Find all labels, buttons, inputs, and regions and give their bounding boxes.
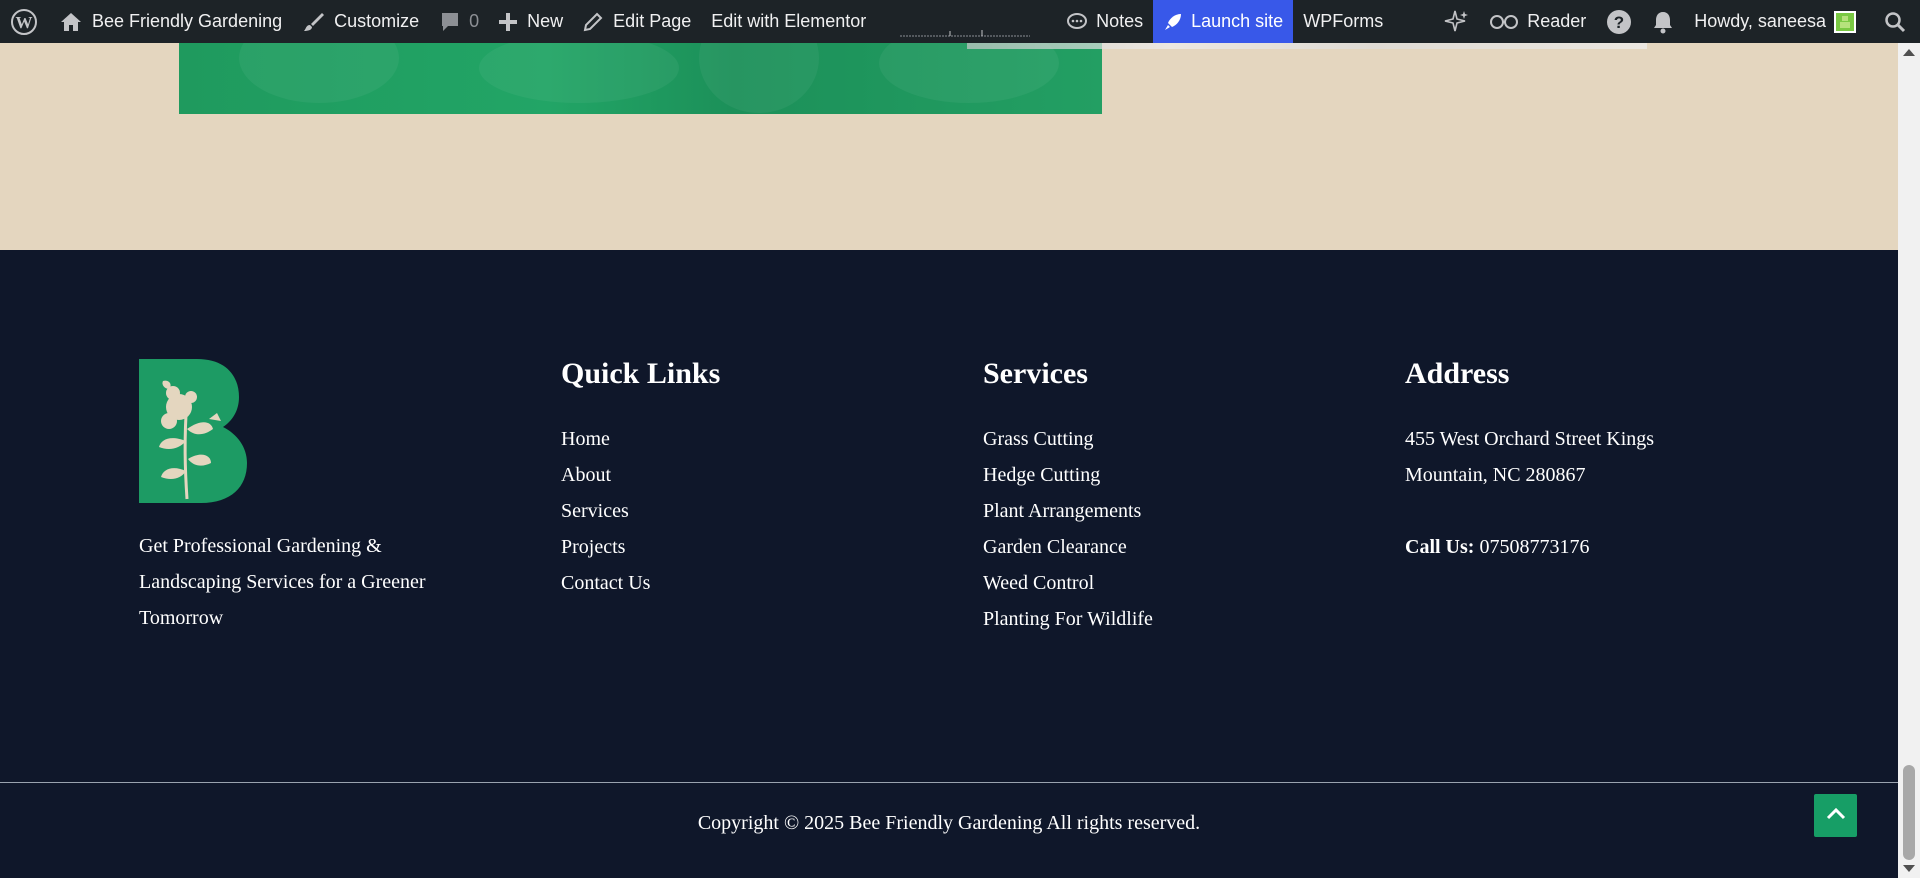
address-text: 455 West Orchard Street Kings Mountain, … <box>1405 428 1655 486</box>
customize-label: Customize <box>334 11 420 31</box>
scroll-down-arrow-icon[interactable] <box>1903 865 1915 872</box>
reader-label: Reader <box>1527 11 1587 31</box>
launch-site-button[interactable]: Launch site <box>1153 0 1294 43</box>
sparkle-icon <box>1443 9 1469 35</box>
home-icon <box>60 12 82 32</box>
ai-sparkle-link[interactable] <box>1433 0 1479 43</box>
page-scrollbar[interactable] <box>1898 43 1920 878</box>
quick-links-column: Quick Links Home About Services Projects… <box>561 250 720 601</box>
edit-with-elementor-link[interactable]: Edit with Elementor <box>701 0 876 43</box>
glasses-icon <box>1489 14 1519 30</box>
call-us-label: Call Us: <box>1405 536 1475 558</box>
notes-link[interactable]: Notes <box>1056 0 1153 43</box>
brush-icon <box>302 11 325 33</box>
wordpress-logo-icon[interactable]: W <box>0 0 50 43</box>
rocket-icon <box>1163 12 1183 32</box>
wp-admin-bar: W Bee Friendly Gardening Customize 0 New… <box>0 0 1920 43</box>
copyright-text: Copyright © 2025 Bee Friendly Gardening … <box>697 812 1201 834</box>
map-embed-edge <box>967 43 1647 49</box>
search-icon <box>1884 11 1906 33</box>
phone-number[interactable]: 07508773176 <box>1479 536 1589 558</box>
footer-link-about[interactable]: About <box>561 457 720 493</box>
help-link[interactable]: ? <box>1596 0 1642 43</box>
admin-bar-right: Notes Launch site WPForms Reader ? Howdy… <box>1056 0 1920 43</box>
edit-elementor-label: Edit with Elementor <box>711 11 867 31</box>
garden-image <box>179 43 1102 114</box>
bee-friendly-logo[interactable] <box>139 359 247 503</box>
edit-page-label: Edit Page <box>613 11 692 31</box>
content-section <box>0 43 1898 250</box>
footer-link-services[interactable]: Services <box>561 493 720 529</box>
pencil-icon <box>583 12 603 32</box>
service-link-grass-cutting[interactable]: Grass Cutting <box>983 421 1153 457</box>
avatar <box>1834 10 1856 33</box>
notes-label: Notes <box>1096 11 1144 31</box>
svg-text:W: W <box>16 13 33 32</box>
reader-link[interactable]: Reader <box>1479 0 1596 43</box>
comments-link[interactable]: 0 <box>429 0 489 43</box>
footer-divider <box>0 782 1898 783</box>
service-link-planting-for-wildlife[interactable]: Planting For Wildlife <box>983 601 1153 637</box>
service-link-hedge-cutting[interactable]: Hedge Cutting <box>983 457 1153 493</box>
address-column: Address 455 West Orchard Street Kings Mo… <box>1405 250 1705 565</box>
scroll-up-arrow-icon[interactable] <box>1903 49 1915 56</box>
service-link-garden-clearance[interactable]: Garden Clearance <box>983 529 1153 565</box>
footer-tagline: Get Professional Gardening & Landscaping… <box>139 535 426 629</box>
scroll-thumb[interactable] <box>1903 765 1915 860</box>
howdy-label: Howdy, saneesa <box>1694 11 1826 31</box>
call-us-line: Call Us: 07508773176 <box>1405 529 1705 565</box>
address-heading: Address <box>1405 357 1510 390</box>
edit-page-link[interactable]: Edit Page <box>573 0 701 43</box>
site-name-label: Bee Friendly Gardening <box>92 11 283 31</box>
comment-bubble-icon <box>439 11 461 33</box>
services-column: Services Grass Cutting Hedge Cutting Pla… <box>983 250 1153 637</box>
back-to-top-button[interactable] <box>1814 794 1857 837</box>
notifications-link[interactable] <box>1642 0 1684 43</box>
service-link-weed-control[interactable]: Weed Control <box>983 565 1153 601</box>
site-footer: Get Professional Gardening & Landscaping… <box>0 250 1898 878</box>
plus-icon <box>499 12 518 31</box>
footer-link-projects[interactable]: Projects <box>561 529 720 565</box>
svg-text:?: ? <box>1614 13 1624 32</box>
wpforms-link[interactable]: WPForms <box>1293 0 1393 43</box>
quick-links-heading: Quick Links <box>561 357 721 390</box>
service-link-plant-arrangements[interactable]: Plant Arrangements <box>983 493 1153 529</box>
bell-icon <box>1652 10 1674 34</box>
services-heading: Services <box>983 357 1088 390</box>
wpforms-label: WPForms <box>1303 11 1384 31</box>
help-icon: ? <box>1606 9 1632 35</box>
new-content-link[interactable]: New <box>489 0 573 43</box>
my-account-link[interactable]: Howdy, saneesa <box>1684 0 1866 43</box>
comments-count: 0 <box>469 11 480 31</box>
search-link[interactable] <box>1866 0 1920 43</box>
launch-site-label: Launch site <box>1191 11 1284 31</box>
chevron-up-icon <box>1826 806 1846 825</box>
new-label: New <box>527 11 564 31</box>
footer-link-contact-us[interactable]: Contact Us <box>561 565 720 601</box>
site-name-link[interactable]: Bee Friendly Gardening <box>50 0 292 43</box>
customize-link[interactable]: Customize <box>292 0 429 43</box>
stats-sparkline[interactable] <box>900 0 1030 43</box>
footer-link-home[interactable]: Home <box>561 421 720 457</box>
notes-bubble-icon <box>1066 12 1088 32</box>
